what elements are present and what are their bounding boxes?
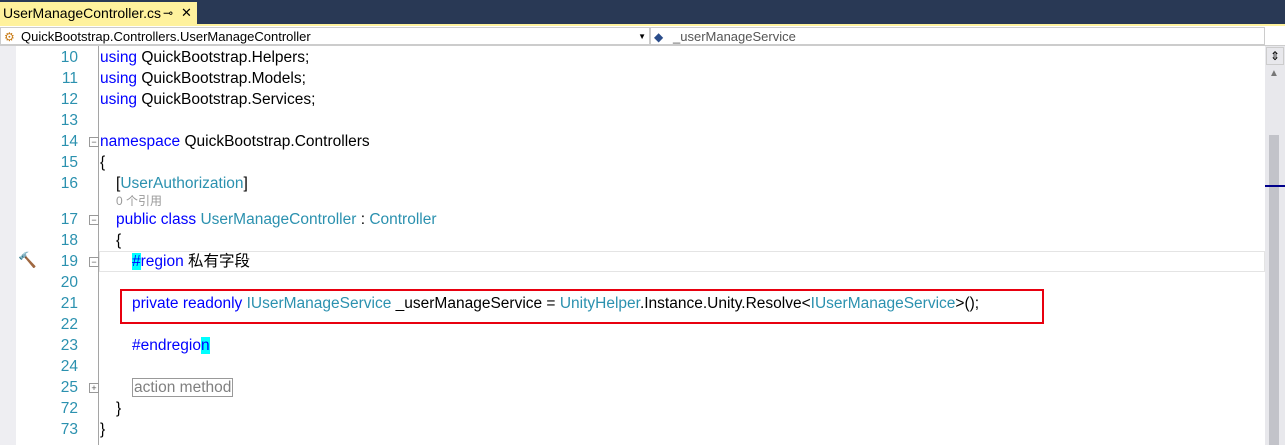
code-line[interactable]: 13 (0, 110, 1265, 131)
codelens-references[interactable]: 0 个引用 (116, 194, 162, 209)
code-line[interactable]: 25 + action method (0, 377, 1265, 398)
code-line[interactable]: 18 { (0, 230, 1265, 251)
navigation-bar: ⚙ QuickBootstrap.Controllers.UserManageCo… (0, 24, 1285, 46)
expand-icon[interactable]: + (89, 383, 99, 393)
code-text: { (116, 230, 121, 251)
code-line[interactable]: 72} (0, 398, 1265, 419)
line-number: 21 (60, 295, 78, 312)
collapse-icon[interactable]: − (89, 215, 99, 225)
line-number: 22 (60, 316, 78, 333)
code-token: { (116, 232, 122, 249)
code-text: [UserAuthorization] (116, 173, 248, 194)
code-line[interactable]: 11 using QuickBootstrap.Models; (0, 68, 1265, 89)
code-token: using (100, 49, 138, 66)
code-token: #endregio (132, 337, 201, 354)
highlight-box (120, 289, 1044, 324)
pin-icon[interactable]: ⊸ (163, 2, 173, 24)
chevron-down-icon: ▼ (638, 32, 646, 41)
code-token: UserAuthorization (120, 175, 244, 192)
code-text: using QuickBootstrap.Helpers; (100, 47, 309, 68)
code-token: ] (243, 175, 248, 192)
line-number: 10 (60, 49, 78, 66)
code-token: 私有字段 (188, 253, 251, 270)
code-token: region (140, 253, 184, 270)
tab-title: UserManageController.cs (3, 5, 161, 21)
line-number: 16 (60, 175, 78, 192)
code-text: namespace QuickBootstrap.Controllers (100, 131, 370, 152)
line-number: 13 (60, 112, 78, 129)
code-line[interactable]: 24 (0, 356, 1265, 377)
code-text: #endregion (132, 335, 210, 356)
line-number: 19 (60, 253, 78, 270)
code-token: : (360, 211, 365, 228)
code-text: action method (132, 377, 234, 398)
code-token: QuickBootstrap.Controllers (184, 133, 370, 150)
code-token: using (100, 91, 138, 108)
code-line[interactable]: 73} (0, 419, 1265, 440)
line-number: 18 (60, 232, 78, 249)
code-token: UserManageController (200, 211, 357, 228)
code-token: namespace (100, 133, 181, 150)
member-dropdown-value: _userManageService (673, 29, 796, 44)
tab-bar: UserManageController.cs ⊸ ✕ (0, 0, 1285, 24)
code-text: using QuickBootstrap.Models; (100, 68, 306, 89)
code-token: QuickBootstrap.Models; (141, 70, 306, 87)
line-number: 23 (60, 337, 78, 354)
code-token: Controller (369, 211, 437, 228)
caret-marker (1265, 185, 1285, 187)
code-token: QuickBootstrap.Helpers; (141, 49, 310, 66)
code-text: } (100, 419, 105, 440)
code-line[interactable]: 14 − namespace QuickBootstrap.Controllers (0, 131, 1265, 152)
scroll-thumb[interactable] (1269, 135, 1279, 445)
code-text: #region 私有字段 (132, 251, 250, 272)
line-number: 11 (61, 70, 78, 87)
line-number: 14 (60, 133, 78, 150)
line-number: 12 (60, 91, 78, 108)
line-number: 20 (60, 274, 78, 291)
line-number: 24 (60, 358, 78, 375)
code-token: } (116, 400, 122, 417)
code-line[interactable]: 15 { (0, 152, 1265, 173)
code-token: n (200, 337, 210, 354)
class-icon: ⚙ (4, 30, 15, 44)
scroll-up-icon[interactable]: ▲ (1269, 68, 1279, 79)
code-line[interactable]: 12 using QuickBootstrap.Services; (0, 89, 1265, 110)
tab-usermanagecontroller[interactable]: UserManageController.cs ⊸ ✕ (0, 2, 197, 24)
type-dropdown-value: QuickBootstrap.Controllers.UserManageCon… (21, 29, 311, 44)
code-text: } (116, 398, 121, 419)
code-token: } (100, 421, 106, 438)
code-text: public class UserManageController : Cont… (116, 209, 437, 230)
line-number: 25 (60, 379, 78, 396)
code-token: public class (116, 211, 197, 228)
vertical-scrollbar[interactable]: ⇕ ▲ (1265, 46, 1285, 445)
type-dropdown[interactable]: ⚙ QuickBootstrap.Controllers.UserManageCo… (0, 27, 650, 45)
split-handle-icon[interactable]: ⇕ (1266, 47, 1284, 65)
collapse-icon[interactable]: − (89, 257, 99, 267)
code-line[interactable]: 16 [UserAuthorization] (0, 173, 1265, 194)
close-icon[interactable]: ✕ (181, 2, 192, 24)
code-token: using (100, 70, 138, 87)
line-number: 15 (60, 154, 78, 171)
member-dropdown[interactable]: ◆ _userManageService (650, 27, 1265, 45)
code-token: { (100, 154, 106, 171)
code-text: { (100, 152, 105, 173)
code-line[interactable]: 19 − #region 私有字段 (0, 251, 1265, 272)
code-text: using QuickBootstrap.Services; (100, 89, 315, 110)
line-number: 17 (60, 211, 78, 228)
code-token: # (132, 253, 141, 270)
collapse-icon[interactable]: − (89, 137, 99, 147)
code-token: QuickBootstrap.Services; (141, 91, 316, 108)
current-line-highlight (99, 251, 1265, 272)
code-line[interactable]: 10 using QuickBootstrap.Helpers; (0, 47, 1265, 68)
code-line[interactable]: 23 #endregion (0, 335, 1265, 356)
code-line[interactable]: 17 − public class UserManageController : C… (0, 209, 1265, 230)
line-number: 73 (60, 421, 78, 438)
line-number: 72 (60, 400, 78, 417)
collapsed-region[interactable]: action method (132, 378, 234, 397)
field-icon: ◆ (654, 30, 664, 44)
code-line[interactable]: 0 个引用 (0, 194, 1265, 209)
